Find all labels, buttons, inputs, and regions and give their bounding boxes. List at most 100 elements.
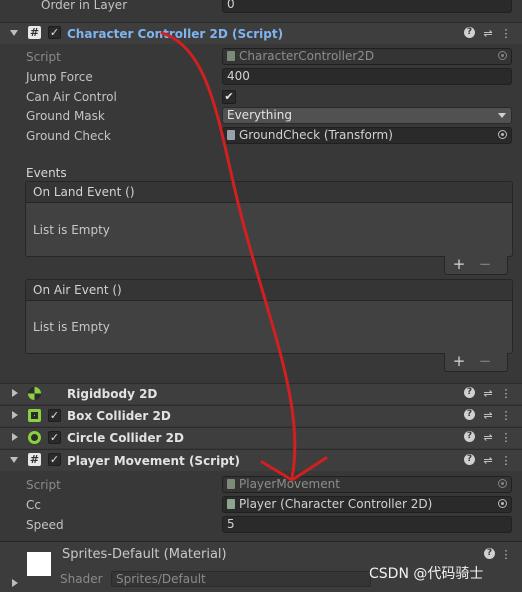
circle-collider-2d-title: Circle Collider 2D	[67, 431, 184, 445]
object-picker-icon[interactable]	[498, 51, 507, 60]
enabled-checkbox[interactable]: ✓	[48, 409, 61, 422]
ground-mask-label: Ground Mask	[26, 109, 105, 123]
character-controller-title: Character Controller 2D (Script)	[67, 27, 284, 41]
can-air-control-row: Can Air Control ✔	[0, 87, 522, 107]
circle-collider-2d-header[interactable]: ✓ Circle Collider 2D ? ⇌ ⋮	[0, 427, 522, 448]
cc-value: Player (Character Controller 2D)	[239, 497, 433, 511]
shader-dropdown[interactable]: Sprites/Default	[111, 571, 371, 587]
jump-force-label: Jump Force	[26, 70, 93, 84]
more-icon[interactable]: ⋮	[500, 409, 512, 423]
order-in-layer-row: Order in Layer 0	[0, 0, 522, 15]
order-in-layer-field[interactable]: 0	[222, 0, 512, 13]
shader-label: Shader	[60, 572, 103, 586]
character-controller-header[interactable]: # ✓ Character Controller 2D (Script) ? ⇌…	[0, 22, 522, 44]
script-row: Script CharacterController2D	[0, 47, 522, 67]
pm-script-row: Script PlayerMovement	[0, 475, 522, 495]
script-field[interactable]: CharacterController2D	[222, 48, 512, 65]
script-file-icon	[227, 499, 235, 509]
script-field-value: CharacterController2D	[239, 49, 375, 63]
player-movement-title: Player Movement (Script)	[67, 454, 241, 468]
speed-row: Speed 5	[0, 515, 522, 535]
ground-check-row: Ground Check GroundCheck (Transform)	[0, 126, 522, 146]
on-land-event-title: On Land Event ()	[26, 182, 512, 203]
add-event-button[interactable]: +	[449, 353, 469, 370]
more-icon[interactable]: ⋮	[500, 548, 512, 562]
on-air-event-title: On Air Event ()	[26, 280, 512, 301]
on-air-event-empty: List is Empty	[33, 320, 110, 334]
on-air-event-plus-minus: + −	[444, 353, 508, 372]
rigidbody-icon	[28, 387, 41, 400]
player-movement-header[interactable]: # ✓ Player Movement (Script) ? ⇌ ⋮	[0, 449, 522, 471]
on-land-event-empty: List is Empty	[33, 223, 110, 237]
ground-mask-value: Everything	[227, 108, 292, 122]
object-picker-icon[interactable]	[498, 130, 507, 139]
enabled-checkbox[interactable]: ✓	[48, 431, 61, 444]
presets-icon[interactable]: ⇌	[482, 431, 494, 445]
box-collider-2d-header[interactable]: ✓ Box Collider 2D ? ⇌ ⋮	[0, 405, 522, 426]
watermark-text: CSDN @代码骑士	[369, 566, 484, 582]
events-header: Events	[26, 166, 67, 180]
rigidbody-2d-header[interactable]: Rigidbody 2D ? ⇌ ⋮	[0, 383, 522, 404]
material-preview-swatch	[27, 552, 51, 576]
jump-force-input[interactable]: 400	[222, 68, 512, 85]
jump-force-row: Jump Force 400	[0, 67, 522, 87]
on-air-event-box: On Air Event () List is Empty	[25, 279, 513, 354]
foldout-expanded-icon[interactable]	[10, 457, 18, 463]
presets-icon[interactable]: ⇌	[482, 409, 494, 423]
more-icon[interactable]: ⋮	[500, 431, 512, 445]
presets-icon[interactable]: ⇌	[482, 27, 494, 41]
help-icon[interactable]: ?	[484, 548, 495, 559]
enabled-checkbox[interactable]: ✓	[48, 26, 61, 39]
ground-check-value: GroundCheck (Transform)	[239, 128, 393, 142]
on-land-event-box: On Land Event () List is Empty	[25, 181, 513, 257]
pm-script-label: Script	[26, 478, 61, 492]
help-icon[interactable]: ?	[464, 409, 475, 420]
script-file-icon	[227, 51, 235, 61]
cc-label: Cc	[26, 498, 41, 512]
help-icon[interactable]: ?	[464, 454, 475, 465]
script-hash-icon: #	[28, 453, 41, 466]
pm-script-value: PlayerMovement	[239, 477, 340, 491]
order-in-layer-label: Order in Layer	[41, 0, 128, 12]
material-title: Sprites-Default (Material)	[62, 547, 227, 562]
transform-icon	[227, 130, 235, 140]
ground-mask-row: Ground Mask Everything	[0, 106, 522, 126]
speed-input[interactable]: 5	[222, 516, 512, 533]
box-collider-2d-title: Box Collider 2D	[67, 409, 171, 423]
more-icon[interactable]: ⋮	[500, 27, 512, 41]
on-land-event-plus-minus: + −	[444, 256, 508, 275]
script-label: Script	[26, 50, 61, 64]
remove-event-button[interactable]: −	[475, 353, 495, 370]
more-icon[interactable]: ⋮	[500, 387, 512, 401]
pm-script-field[interactable]: PlayerMovement	[222, 476, 512, 493]
object-picker-icon[interactable]	[498, 499, 507, 508]
ground-mask-dropdown[interactable]: Everything	[222, 107, 512, 124]
box-collider-icon	[28, 409, 41, 422]
cc-field[interactable]: Player (Character Controller 2D)	[222, 496, 512, 513]
foldout-expanded-icon[interactable]	[10, 30, 18, 36]
presets-icon[interactable]: ⇌	[482, 454, 494, 468]
can-air-control-label: Can Air Control	[26, 90, 117, 104]
add-event-button[interactable]: +	[449, 256, 469, 273]
enabled-checkbox[interactable]: ✓	[48, 453, 61, 466]
object-picker-icon[interactable]	[498, 479, 507, 488]
foldout-collapsed-icon[interactable]	[12, 433, 18, 441]
dropdown-arrow-icon	[498, 113, 506, 118]
ground-check-field[interactable]: GroundCheck (Transform)	[222, 127, 512, 144]
can-air-control-checkbox[interactable]: ✔	[222, 90, 236, 104]
help-icon[interactable]: ?	[464, 387, 475, 398]
circle-collider-icon	[28, 431, 41, 444]
speed-label: Speed	[26, 518, 64, 532]
script-file-icon	[227, 479, 235, 489]
help-icon[interactable]: ?	[464, 431, 475, 442]
foldout-collapsed-icon[interactable]	[12, 389, 18, 397]
ground-check-label: Ground Check	[26, 129, 111, 143]
rigidbody-2d-title: Rigidbody 2D	[67, 387, 158, 401]
foldout-collapsed-icon[interactable]	[12, 579, 18, 587]
foldout-collapsed-icon[interactable]	[12, 411, 18, 419]
more-icon[interactable]: ⋮	[500, 454, 512, 468]
remove-event-button[interactable]: −	[475, 256, 495, 273]
script-hash-icon: #	[28, 26, 41, 39]
presets-icon[interactable]: ⇌	[482, 387, 494, 401]
help-icon[interactable]: ?	[464, 27, 475, 38]
